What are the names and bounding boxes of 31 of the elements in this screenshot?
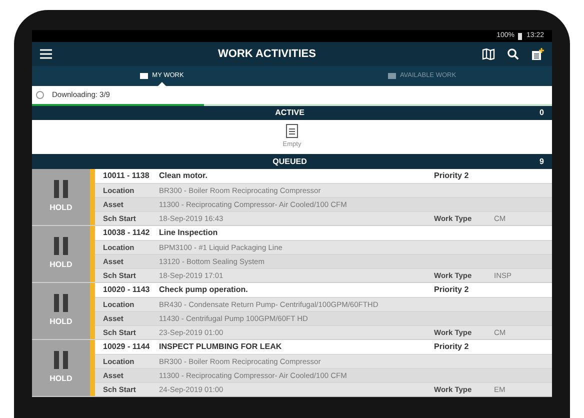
priority-label: Priority 2 (434, 284, 470, 296)
hold-label: HOLD (50, 259, 72, 271)
page-title: WORK ACTIVITIES (217, 46, 317, 62)
hold-label: HOLD (50, 316, 72, 328)
pause-icon (53, 237, 69, 255)
search-icon[interactable] (507, 48, 519, 60)
work-order-title: Line Inspection (159, 227, 219, 239)
work-order-title: Clean motor. (159, 170, 208, 182)
work-order-id: 10020 - 1143 (103, 284, 151, 296)
hold-label: HOLD (50, 373, 72, 385)
battery-icon (518, 32, 522, 40)
section-title: ACTIVE (274, 107, 306, 119)
spinner-icon (36, 91, 44, 99)
work-order-title: Check pump operation. (159, 284, 249, 296)
work-order-id: 10011 - 1138 (103, 170, 150, 182)
work-order-id: 10038 - 1142 (103, 227, 151, 239)
menu-icon[interactable] (40, 49, 52, 59)
hold-label: HOLD (50, 202, 72, 214)
section-count: 0 (540, 107, 544, 119)
pause-icon (53, 180, 69, 198)
add-note-icon[interactable] (531, 48, 544, 60)
priority-label: Priority 2 (434, 341, 470, 353)
priority-label: Priority 2 (434, 170, 470, 182)
pause-icon (53, 294, 69, 312)
section-count: 9 (540, 156, 544, 168)
work-order-title: INSPECT PLUMBING FOR LEAK (159, 341, 283, 353)
pause-icon (53, 351, 69, 369)
work-order-id: 10029 - 1144 (103, 341, 151, 353)
empty-document-icon (286, 124, 298, 138)
map-icon[interactable] (482, 48, 495, 60)
section-title: QUEUED (272, 156, 308, 168)
